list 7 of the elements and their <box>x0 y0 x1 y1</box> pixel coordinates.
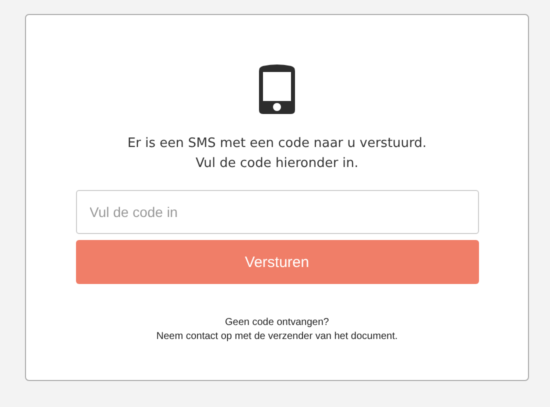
phone-icon <box>259 64 295 114</box>
code-field[interactable]: Vul de code in <box>76 190 478 234</box>
message-text: Er is een SMS met een code naar u verstuurd. <box>127 135 427 153</box>
message-text: Vul de code hieronder in. <box>194 155 360 173</box>
help-text: Neem contact op met de verzender van het document. <box>156 330 398 344</box>
help-text: Geen code ontvangen? <box>224 316 330 330</box>
submit-button[interactable]: Versturen <box>76 240 478 284</box>
